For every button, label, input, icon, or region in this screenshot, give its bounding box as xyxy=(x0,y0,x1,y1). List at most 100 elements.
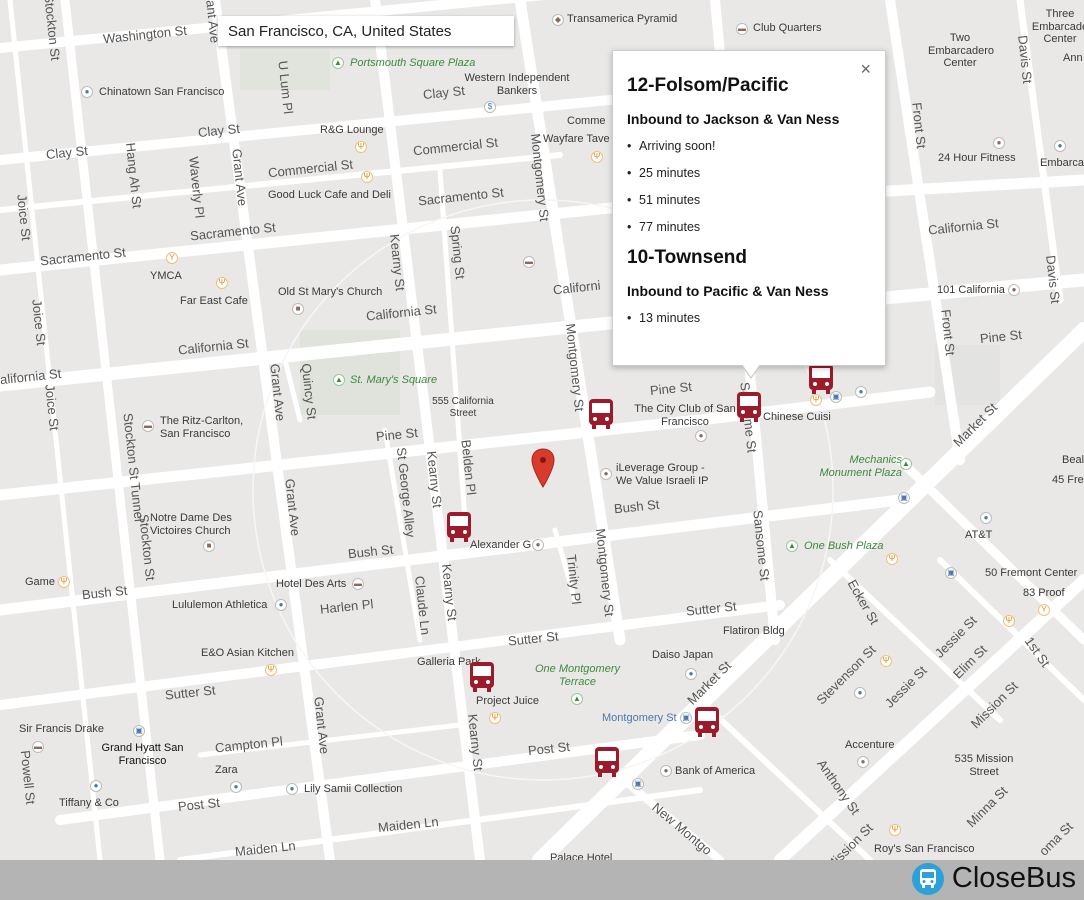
landmark-icon[interactable]: ● xyxy=(1008,284,1020,296)
restaurant-icon[interactable]: Ψ xyxy=(886,553,898,565)
poi-label[interactable]: Two Embarcadero Center xyxy=(928,32,994,70)
poi-label[interactable]: Portsmouth Square Plaza xyxy=(350,57,475,70)
shopping-icon[interactable]: ● xyxy=(854,687,866,699)
poi-label[interactable]: AT&T xyxy=(965,529,992,542)
poi-label[interactable]: Montgomery St xyxy=(602,712,677,725)
transit-icon[interactable]: ▣ xyxy=(680,712,692,724)
park-icon[interactable]: ▲ xyxy=(332,57,344,69)
park-icon[interactable]: ▲ xyxy=(900,458,912,470)
poi-label[interactable]: Lily Samii Collection xyxy=(304,783,402,796)
poi-label[interactable]: Transamerica Pyramid xyxy=(567,13,677,26)
bar-icon[interactable]: Y xyxy=(166,252,178,264)
restaurant-icon[interactable]: Ψ xyxy=(265,664,277,676)
landmark-icon[interactable]: ● xyxy=(660,765,672,777)
shopping-icon[interactable]: ● xyxy=(855,386,867,398)
poi-label[interactable]: Accenture xyxy=(845,739,895,752)
poi-label[interactable]: Grand Hyatt San Francisco xyxy=(100,742,185,767)
poi-label[interactable]: Old St Mary's Church xyxy=(278,286,382,299)
restaurant-icon[interactable]: Ψ xyxy=(361,171,373,183)
poi-label[interactable]: Good Luck Cafe and Deli xyxy=(268,189,391,202)
park-icon[interactable]: ▲ xyxy=(786,540,798,552)
poi-label[interactable]: Flatiron Bldg xyxy=(723,625,785,638)
poi-label[interactable]: Three Embarcade Center xyxy=(1030,8,1084,46)
poi-label[interactable]: The Ritz-Carlton, San Francisco xyxy=(160,415,250,440)
poi-label[interactable]: Daiso Japan xyxy=(652,649,713,662)
transit-icon[interactable]: ▣ xyxy=(898,492,910,504)
poi-label[interactable]: Western Independent Bankers xyxy=(462,72,572,97)
transit-icon[interactable]: ▣ xyxy=(133,725,145,737)
poi-label[interactable]: 24 Hour Fitness xyxy=(938,152,1016,165)
poi-label[interactable]: Palace Hotel xyxy=(550,852,612,860)
landmark-icon[interactable]: ● xyxy=(532,539,544,551)
shopping-icon[interactable]: ● xyxy=(81,86,93,98)
poi-label[interactable]: One Montgomery Terrace xyxy=(530,663,625,688)
poi-label[interactable]: Chinese Cuisi xyxy=(763,411,831,424)
bus-marker[interactable] xyxy=(693,705,721,739)
shopping-icon[interactable]: ● xyxy=(1054,140,1066,152)
church-icon[interactable]: ■ xyxy=(292,303,304,315)
restaurant-icon[interactable]: Ψ xyxy=(58,576,70,588)
bus-marker[interactable] xyxy=(445,510,473,544)
poi-label[interactable]: Far East Cafe xyxy=(180,295,248,308)
transit-icon[interactable]: ▣ xyxy=(632,778,644,790)
bus-marker[interactable] xyxy=(587,397,615,431)
poi-label[interactable]: YMCA xyxy=(150,270,182,283)
poi-label[interactable]: Game xyxy=(25,576,55,589)
poi-label[interactable]: Tiffany & Co xyxy=(59,797,119,810)
landmark-icon[interactable]: ● xyxy=(600,468,612,480)
poi-label[interactable]: Bank of America xyxy=(675,765,755,778)
poi-label[interactable]: 535 Mission Street xyxy=(948,753,1020,778)
landmark-icon[interactable]: ● xyxy=(857,756,869,768)
shopping-icon[interactable]: ● xyxy=(980,512,992,524)
poi-label[interactable]: Alexander G xyxy=(470,539,531,552)
poi-label[interactable]: Ann xyxy=(1063,52,1083,65)
restaurant-icon[interactable]: Ψ xyxy=(880,655,892,667)
poi-label[interactable]: Project Juice xyxy=(476,695,539,708)
hotel-icon[interactable]: ▬ xyxy=(523,256,535,268)
poi-label[interactable]: 45 Fren xyxy=(1052,474,1084,487)
bus-marker[interactable] xyxy=(735,390,763,424)
hotel-icon[interactable]: ▬ xyxy=(32,741,44,753)
park-icon[interactable]: ▲ xyxy=(571,693,583,705)
bus-marker[interactable] xyxy=(468,660,496,694)
poi-label[interactable]: 50 Fremont Center xyxy=(985,567,1077,580)
close-icon[interactable]: × xyxy=(860,59,871,80)
bank-icon[interactable]: $ xyxy=(484,101,496,113)
poi-label[interactable]: 555 California Street xyxy=(428,396,498,419)
restaurant-icon[interactable]: Ψ xyxy=(216,277,228,289)
shopping-icon[interactable]: ● xyxy=(275,599,287,611)
hotel-icon[interactable]: ▬ xyxy=(142,420,154,432)
poi-label[interactable]: Comme xyxy=(567,115,606,128)
poi-label[interactable]: 101 California xyxy=(937,284,1005,297)
poi-label[interactable]: Sir Francis Drake xyxy=(19,723,104,736)
poi-label[interactable]: The City Club of San Francisco xyxy=(633,403,737,428)
location-search-input[interactable] xyxy=(218,16,514,46)
poi-label[interactable]: Club Quarters xyxy=(753,22,821,35)
poi-label[interactable]: Embarca xyxy=(1040,157,1084,170)
restaurant-icon[interactable]: Ψ xyxy=(1003,615,1015,627)
hotel-icon[interactable]: ▬ xyxy=(736,23,748,35)
shopping-icon[interactable]: ● xyxy=(685,668,697,680)
landmark-icon[interactable]: ◆ xyxy=(552,14,564,26)
brand[interactable]: CloseBus xyxy=(911,862,1076,895)
bus-marker[interactable] xyxy=(593,745,621,779)
poi-label[interactable]: iLeverage Group - We Value Israeli IP xyxy=(616,462,716,487)
shopping-icon[interactable]: ● xyxy=(90,780,102,792)
poi-label[interactable]: R&G Lounge xyxy=(320,124,384,137)
landmark-icon[interactable]: ● xyxy=(695,430,707,442)
poi-label[interactable]: Notre Dame Des Victoires Church xyxy=(150,512,250,537)
location-pin-icon[interactable] xyxy=(530,448,556,488)
poi-label[interactable]: Mechanics Monument Plaza xyxy=(812,454,902,479)
poi-label[interactable]: St. Mary's Square xyxy=(350,374,437,387)
restaurant-icon[interactable]: Ψ xyxy=(591,151,603,163)
poi-label[interactable]: One Bush Plaza xyxy=(804,540,884,553)
church-icon[interactable]: ■ xyxy=(203,540,215,552)
transit-icon[interactable]: ▣ xyxy=(945,567,957,579)
poi-label[interactable]: 83 Proof xyxy=(1023,587,1065,600)
bus-marker[interactable] xyxy=(807,362,835,396)
poi-label[interactable]: Chinatown San Francisco xyxy=(99,86,224,99)
poi-label[interactable]: E&O Asian Kitchen xyxy=(201,647,294,660)
poi-label[interactable]: Lululemon Athletica xyxy=(172,599,267,612)
poi-label[interactable]: Zara xyxy=(215,764,238,777)
hotel-icon[interactable]: ▬ xyxy=(352,578,364,590)
